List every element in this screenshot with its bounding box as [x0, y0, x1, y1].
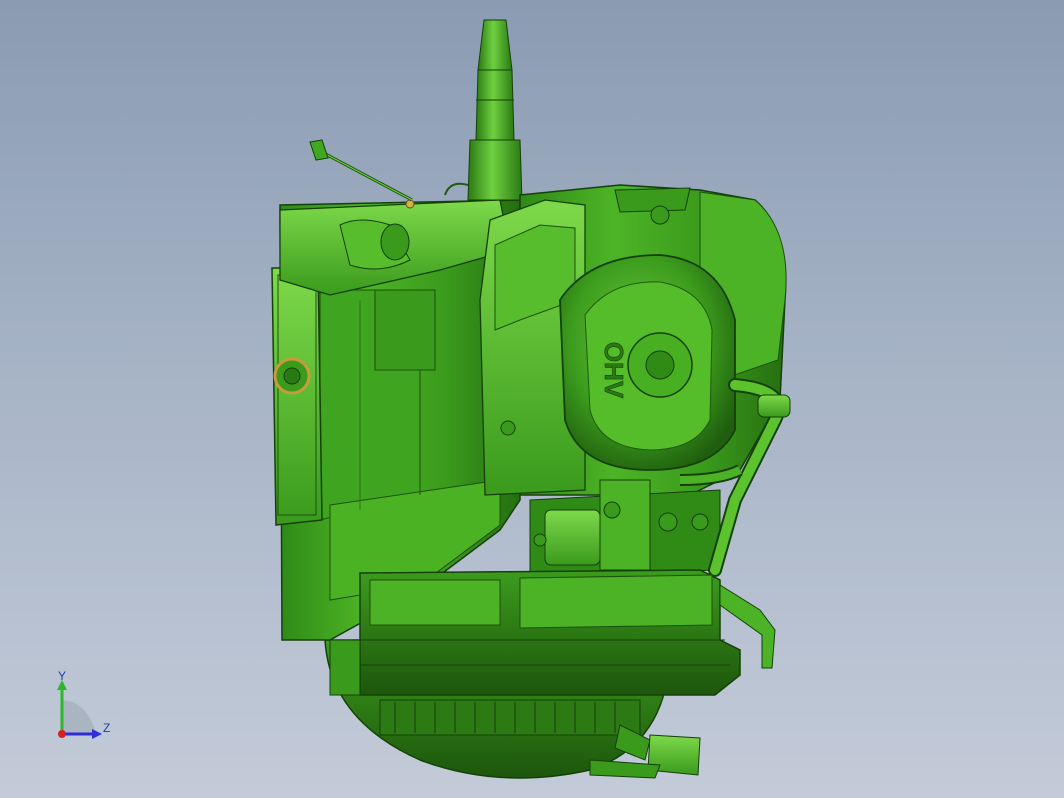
dipstick-wire — [309, 139, 413, 202]
oil-pan — [329, 569, 741, 696]
engine-3d-model[interactable]: OHV — [0, 0, 1064, 798]
valve-cover-ohv-text: OHV — [599, 342, 629, 399]
valve-cover: OHV — [559, 254, 736, 471]
x-axis-dot — [58, 730, 66, 738]
triad-xy-plane — [62, 700, 96, 734]
spark-wire — [444, 182, 469, 196]
axis-triad: Y Z — [57, 670, 110, 739]
output-shaft — [467, 19, 523, 201]
side-cover — [271, 267, 323, 526]
y-axis-label: Y — [58, 670, 66, 683]
z-axis-arrow — [92, 729, 102, 739]
z-axis-label: Z — [103, 721, 110, 735]
cad-3d-viewport[interactable]: OHV Y Z — [0, 0, 1064, 798]
